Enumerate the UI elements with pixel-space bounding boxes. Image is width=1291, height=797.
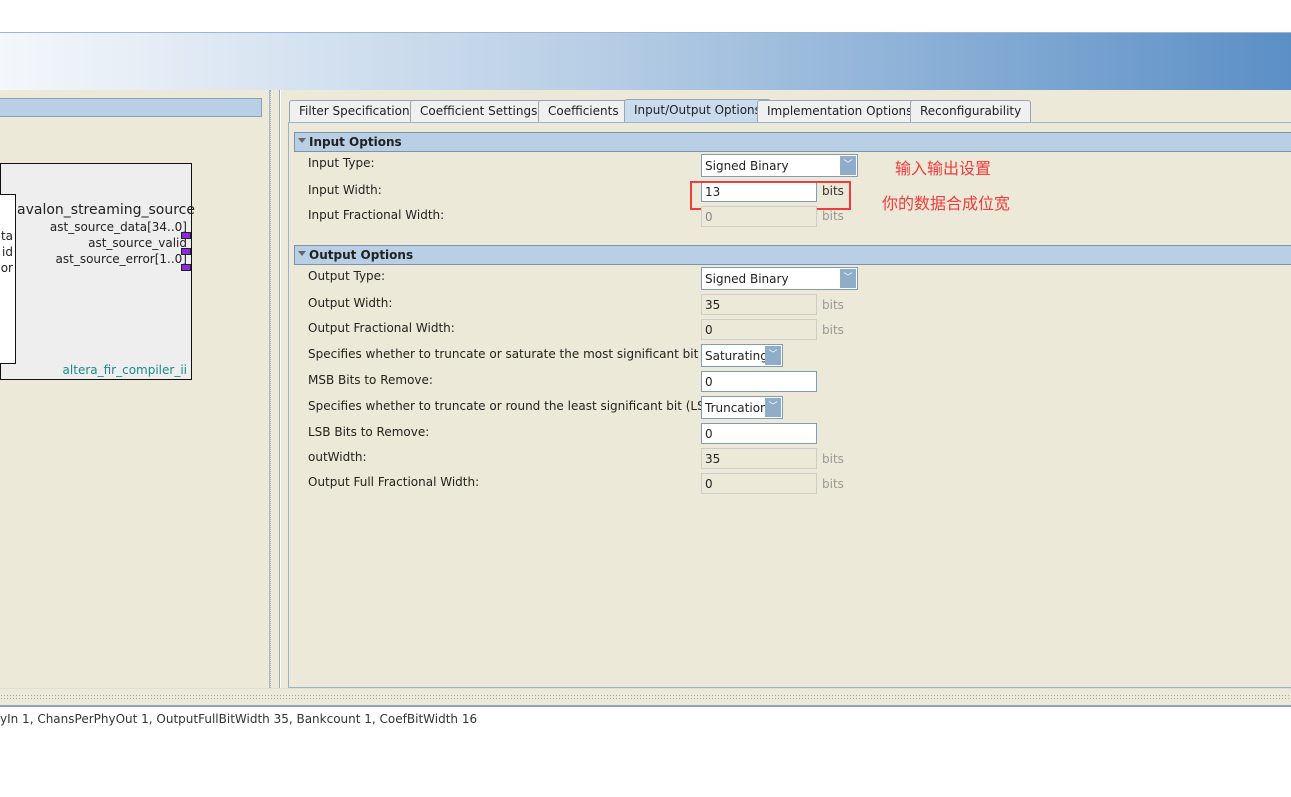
outwidth-field: 35 [701, 448, 817, 469]
signal-valid: ast_source_valid [88, 236, 187, 250]
full-frac-label: Output Full Fractional Width: [308, 475, 480, 489]
chevron-down-icon: ﹀ [765, 346, 781, 365]
msb-mode-label: Specifies whether to truncate or saturat… [308, 347, 746, 361]
input-frac-field: 0 [701, 206, 817, 227]
input-frac-label: Input Fractional Width: [308, 208, 445, 222]
input-type-label: Input Type: [308, 156, 375, 170]
inner-signal: or [0, 261, 13, 275]
signal-data: ast_source_data[34..0] [49, 220, 187, 234]
lsb-remove-field[interactable]: 0 [701, 423, 817, 444]
inner-block: ta id or [0, 194, 16, 364]
select-value: Signed Binary [705, 159, 789, 173]
bits-unit: bits [822, 209, 844, 223]
port-valid [181, 248, 191, 255]
bits-unit: bits [822, 298, 844, 312]
inner-signal: id [2, 245, 13, 259]
port-data [181, 232, 191, 239]
output-frac-field: 0 [701, 319, 817, 340]
msb-mode-select[interactable]: Saturating ﹀ [701, 344, 783, 367]
port-error [181, 264, 191, 271]
tab-input-output-options[interactable]: Input/Output Options [624, 99, 771, 123]
bits-unit: bits [822, 452, 844, 466]
tab-reconfigurability[interactable]: Reconfigurability [910, 100, 1032, 122]
tab-filter-specification[interactable]: Filter Specification [289, 100, 420, 122]
output-options-header[interactable]: Output Options [294, 245, 1291, 265]
chevron-down-icon: ﹀ [840, 156, 856, 175]
lsb-mode-label: Specifies whether to truncate or round t… [308, 399, 726, 413]
status-text: yIn 1, ChansPerPhyOut 1, OutputFullBitWi… [0, 712, 478, 726]
msb-remove-label: MSB Bits to Remove: [308, 373, 433, 387]
msb-remove-field[interactable]: 0 [701, 371, 817, 392]
output-frac-label: Output Fractional Width: [308, 321, 455, 335]
select-value: Truncation [705, 401, 768, 415]
component-name: altera_fir_compiler_ii [62, 363, 187, 377]
signal-error: ast_source_error[1..0] [55, 252, 187, 266]
select-value: Signed Binary [705, 272, 789, 286]
bits-unit: bits [822, 477, 844, 491]
collapse-icon [298, 138, 306, 143]
output-width-field: 35 [701, 294, 817, 315]
section-title: Input Options [309, 135, 402, 149]
input-width-label: Input Width: [308, 183, 382, 197]
full-frac-field: 0 [701, 473, 817, 494]
tab-coefficients[interactable]: Coefficients [538, 100, 629, 122]
tab-coefficient-settings[interactable]: Coefficient Settings [410, 100, 548, 122]
outwidth-label: outWidth: [308, 450, 367, 464]
tab-implementation-options[interactable]: Implementation Options [757, 100, 923, 122]
window-header [0, 32, 1291, 90]
schematic-title-bar [0, 98, 262, 117]
interface-name: avalon_streaming_source [17, 202, 195, 218]
chevron-down-icon: ﹀ [765, 398, 781, 417]
lsb-remove-label: LSB Bits to Remove: [308, 425, 430, 439]
chevron-down-icon: ﹀ [840, 269, 856, 288]
bits-unit: bits [822, 323, 844, 337]
inner-signal: ta [0, 229, 13, 243]
input-options-header[interactable]: Input Options [294, 132, 1291, 152]
splitter[interactable] [270, 90, 280, 688]
annotation-io-settings: 输入输出设置 [895, 159, 992, 178]
component-block[interactable]: avalon_streaming_source ast_source_data[… [0, 163, 195, 380]
collapse-icon [298, 251, 306, 256]
output-type-select[interactable]: Signed Binary ﹀ [701, 267, 858, 290]
output-width-label: Output Width: [308, 296, 393, 310]
lsb-mode-select[interactable]: Truncation ﹀ [701, 396, 783, 419]
output-type-label: Output Type: [308, 269, 386, 283]
splitter-grip[interactable] [0, 694, 1291, 700]
section-title: Output Options [309, 248, 414, 262]
input-type-select[interactable]: Signed Binary ﹀ [701, 154, 858, 177]
annotation-data-width: 你的数据合成位宽 [882, 194, 1011, 213]
select-value: Saturating [705, 349, 768, 363]
